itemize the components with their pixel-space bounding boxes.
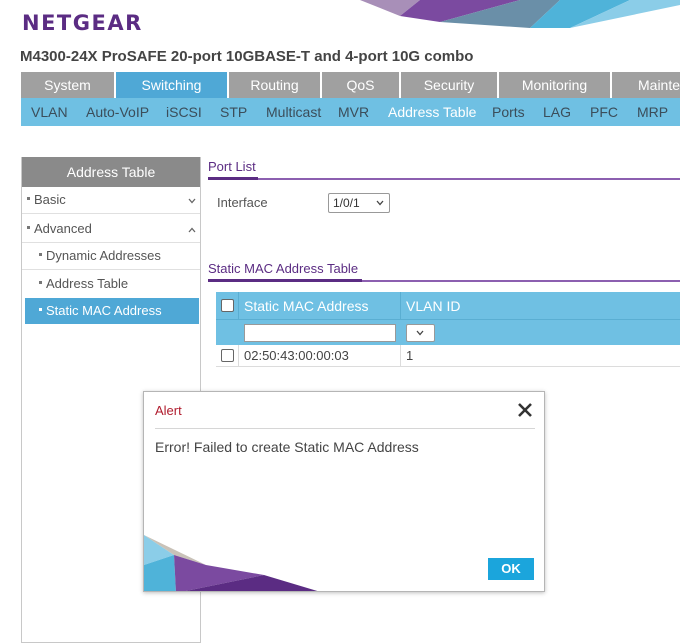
- section-title-underline: [208, 279, 362, 282]
- tab-switching[interactable]: Switching: [116, 72, 227, 98]
- section-title-underline: [208, 177, 258, 180]
- subtab-vlan[interactable]: VLAN: [31, 98, 68, 126]
- bullet-icon: [39, 308, 42, 312]
- subtab-mrp[interactable]: MRP: [637, 98, 668, 126]
- close-icon[interactable]: [516, 401, 534, 419]
- interface-select[interactable]: 1/0/1: [328, 193, 390, 213]
- subtab-address-table[interactable]: Address Table: [388, 98, 476, 126]
- interface-select-value: 1/0/1: [333, 196, 360, 210]
- nav-item-advanced-label: Advanced: [34, 221, 92, 236]
- chevron-up-icon[interactable]: [188, 226, 196, 234]
- interface-label: Interface: [217, 195, 268, 210]
- subtab-ports[interactable]: Ports: [492, 98, 525, 126]
- chevron-down-icon: [376, 200, 384, 206]
- column-divider: [400, 292, 401, 319]
- bullet-icon: [27, 226, 30, 230]
- nav-item-address-table-label: Address Table: [46, 276, 129, 291]
- nav-item-address-table[interactable]: Address Table: [39, 276, 128, 291]
- row-checkbox[interactable]: [221, 349, 234, 362]
- row-vlan-id: 1: [406, 348, 414, 363]
- nav-divider: [22, 269, 200, 270]
- nav-item-static-mac-address[interactable]: Static MAC Address: [25, 298, 199, 324]
- static-mac-table-title: Static MAC Address Table: [208, 261, 359, 276]
- subtab-iscsi[interactable]: iSCSI: [166, 98, 202, 126]
- table-filter-row: [216, 319, 680, 345]
- nav-item-basic-label: Basic: [34, 192, 66, 207]
- chevron-down-icon: [416, 330, 424, 336]
- netgear-logo: NETGEAR: [22, 11, 143, 35]
- vlan-id-filter-select[interactable]: [406, 324, 435, 342]
- subtab-lag[interactable]: LAG: [543, 98, 571, 126]
- table-header-row: Static MAC Address VLAN ID: [216, 292, 680, 319]
- column-divider: [238, 292, 239, 319]
- alert-divider: [155, 428, 535, 429]
- column-header-static-mac[interactable]: Static MAC Address: [244, 298, 369, 314]
- chevron-down-icon[interactable]: [188, 197, 196, 205]
- alert-title: Alert: [155, 403, 182, 418]
- nav-divider: [22, 213, 200, 214]
- nav-item-dynamic-addresses-label: Dynamic Addresses: [46, 248, 161, 263]
- dialog-corner-art: [144, 535, 318, 591]
- column-divider: [238, 345, 239, 366]
- row-mac-address: 02:50:43:00:00:03: [244, 348, 349, 363]
- nav-item-basic[interactable]: Basic: [27, 192, 66, 207]
- ok-button[interactable]: OK: [488, 558, 534, 580]
- main-tab-bar: System Switching Routing QoS Security Mo…: [21, 72, 680, 98]
- subtab-auto-voip[interactable]: Auto-VoIP: [86, 98, 149, 126]
- bullet-icon: [39, 253, 42, 257]
- subtab-pfc[interactable]: PFC: [590, 98, 618, 126]
- subtab-multicast[interactable]: Multicast: [266, 98, 321, 126]
- column-divider: [400, 345, 401, 366]
- nav-item-dynamic-addresses[interactable]: Dynamic Addresses: [39, 248, 161, 263]
- alert-dialog: Alert Error! Failed to create Static MAC…: [143, 391, 545, 592]
- alert-message: Error! Failed to create Static MAC Addre…: [155, 439, 419, 455]
- tab-maintenance[interactable]: Mainter: [612, 72, 680, 98]
- table-row: 02:50:43:00:00:03 1: [216, 345, 680, 367]
- nav-item-static-mac-address-label: Static MAC Address: [46, 303, 162, 318]
- port-list-title: Port List: [208, 159, 256, 174]
- mac-address-filter-input[interactable]: [244, 324, 396, 342]
- tab-monitoring[interactable]: Monitoring: [499, 72, 610, 98]
- tab-system[interactable]: System: [21, 72, 114, 98]
- nav-header: Address Table: [22, 157, 200, 187]
- sub-tab-bar: VLAN Auto-VoIP iSCSI STP Multicast MVR A…: [21, 98, 680, 126]
- select-all-checkbox[interactable]: [221, 299, 234, 312]
- nav-item-advanced[interactable]: Advanced: [27, 221, 92, 236]
- subtab-stp[interactable]: STP: [220, 98, 247, 126]
- tab-routing[interactable]: Routing: [229, 72, 320, 98]
- bullet-icon: [27, 197, 30, 201]
- bullet-icon: [39, 281, 42, 285]
- column-header-vlan-id[interactable]: VLAN ID: [406, 298, 460, 314]
- nav-divider: [22, 242, 200, 243]
- subtab-mvr[interactable]: MVR: [338, 98, 369, 126]
- section-divider: [208, 178, 680, 180]
- product-title: M4300-24X ProSAFE 20-port 10GBASE-T and …: [20, 48, 474, 65]
- header-banner-art: [360, 0, 680, 28]
- tab-security[interactable]: Security: [401, 72, 497, 98]
- tab-qos[interactable]: QoS: [322, 72, 399, 98]
